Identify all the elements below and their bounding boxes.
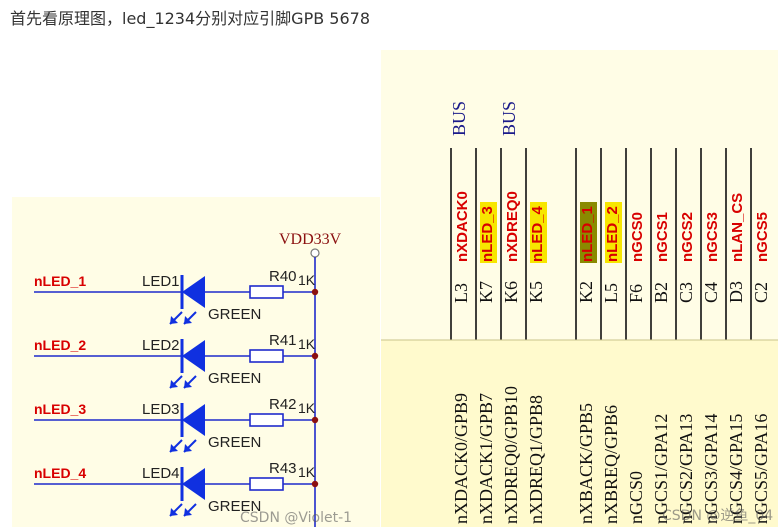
pin-function-label: nXDREQ0/GPB10	[501, 386, 521, 524]
resistor-body	[249, 477, 284, 491]
pin-ball-id: B2	[651, 282, 671, 303]
resistor-ref: R41	[269, 332, 297, 349]
led-ref: LED2	[142, 337, 180, 354]
pin-ball-id: K6	[501, 281, 521, 303]
led-net-label: nLED_3	[34, 401, 86, 417]
pin-net-label: nLED_4	[529, 205, 546, 262]
led-color-label: GREEN	[208, 370, 261, 387]
resistor-body	[249, 413, 284, 427]
junction-dot	[311, 480, 319, 488]
cpu-pin-header: BUS BUS nXDACK0 L3 nXDACK0/GPB9 nLED_3 K7 nXDAC…	[381, 101, 778, 524]
pin-net-label: nGCS5	[754, 212, 771, 262]
pin-ball-id: D3	[726, 281, 746, 303]
watermark-right: CSDN @逆鱼_04	[662, 508, 774, 524]
led-net-label: nLED_2	[34, 337, 86, 353]
led-diode-icon	[182, 468, 205, 500]
pin-function-label: nGCS0	[626, 471, 646, 524]
schematic-drawing: VDD33VnLED_1 LED1GREENR40 1KnLED_2 LED2GREE…	[34, 101, 778, 527]
watermark-left: CSDN @Violet-1	[240, 510, 353, 526]
led-color-label: GREEN	[208, 306, 261, 323]
led-circuit: VDD33VnLED_1 LED1GREENR40 1KnLED_2 LED2GREE…	[34, 231, 342, 527]
resistor-value: 1K	[298, 464, 316, 480]
resistor-body	[249, 349, 284, 363]
pin-net-label: nXDACK0	[454, 191, 471, 262]
pin-function-label: nXDACK0/GPB9	[451, 393, 471, 524]
junction-dot	[311, 416, 319, 424]
power-pin	[310, 248, 320, 258]
led-ref: LED4	[142, 465, 180, 482]
pin-net-label: nLED_1	[579, 206, 596, 262]
led-ref: LED3	[142, 401, 180, 418]
pin-net-label: nLED_3	[479, 206, 496, 262]
pin-function-label: nXBACK/GPB5	[576, 403, 596, 524]
resistor-body	[249, 285, 284, 299]
pin-ball-id: C2	[751, 282, 771, 303]
led-diode-icon	[182, 340, 205, 372]
led-diode-icon	[182, 276, 205, 308]
pin-ball-id: C3	[676, 282, 696, 303]
bus-label: BUS	[499, 101, 519, 136]
pin-net-label: nGCS1	[654, 212, 671, 262]
pin-ball-id: K2	[576, 281, 596, 303]
pin-ball-id: K5	[526, 281, 546, 303]
resistor-ref: R40	[269, 268, 297, 285]
pin-ball-id: L5	[601, 283, 621, 303]
power-label: VDD33V	[279, 231, 342, 248]
resistor-ref: R42	[269, 396, 297, 413]
resistor-value: 1K	[298, 272, 316, 288]
pin-function-label: nXBREQ/GPB6	[601, 405, 621, 524]
pin-net-label: nGCS2	[679, 212, 696, 262]
junction-dot	[311, 352, 319, 360]
pin-net-label: nGCS0	[629, 212, 646, 262]
junction-dot	[311, 288, 319, 296]
pin-ball-id: F6	[626, 284, 646, 303]
led-diode-icon	[182, 404, 205, 436]
pin-net-label: nLAN_CS	[729, 193, 746, 262]
resistor-ref: R43	[269, 460, 297, 477]
pin-net-label: nXDREQ0	[504, 191, 521, 262]
pin-function-label: nXDREQ1/GPB8	[526, 395, 546, 524]
led-net-label: nLED_4	[34, 465, 86, 481]
pin-net-label: nGCS3	[704, 212, 721, 262]
pin-function-label: nXDACK1/GPB7	[476, 393, 496, 524]
led-net-label: nLED_1	[34, 273, 86, 289]
pin-ball-id: L3	[451, 283, 471, 303]
bus-label: BUS	[449, 101, 469, 136]
pin-net-label: nLED_2	[604, 206, 621, 262]
led-ref: LED1	[142, 273, 180, 290]
resistor-value: 1K	[298, 336, 316, 352]
pin-ball-id: K7	[476, 281, 496, 303]
led-color-label: GREEN	[208, 434, 261, 451]
pin-ball-id: C4	[701, 282, 721, 303]
resistor-value: 1K	[298, 400, 316, 416]
